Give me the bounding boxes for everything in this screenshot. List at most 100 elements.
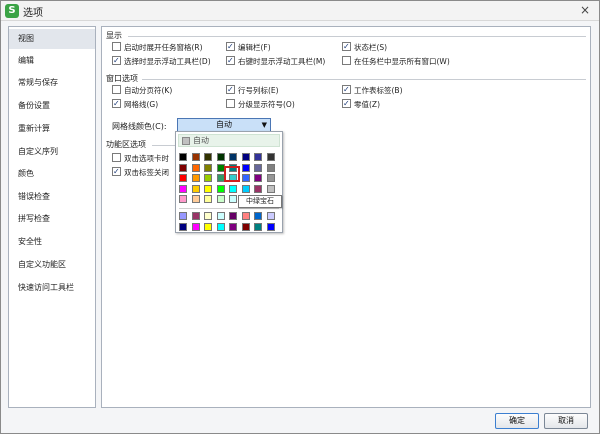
checkbox[interactable]	[226, 99, 235, 108]
checkbox[interactable]	[112, 153, 121, 162]
color-swatch[interactable]	[204, 184, 212, 193]
hovered-swatch-highlight	[224, 166, 240, 182]
option-label: 双击选项卡时	[124, 154, 169, 163]
checkbox[interactable]	[226, 84, 235, 96]
color-swatch[interactable]	[229, 195, 237, 203]
auto-color-option[interactable]: 自动	[178, 134, 280, 147]
color-swatch[interactable]	[191, 222, 200, 231]
color-swatch[interactable]	[254, 174, 262, 182]
color-swatch[interactable]	[216, 222, 225, 231]
color-swatch[interactable]	[191, 174, 200, 182]
color-swatch[interactable]	[204, 212, 212, 220]
color-swatch[interactable]	[254, 184, 262, 193]
color-swatch[interactable]	[216, 153, 225, 161]
option-auto-page-break[interactable]: 自动分页符(K)	[112, 85, 172, 97]
sidebar-item-spelling[interactable]: 拼写检查	[9, 209, 95, 229]
color-swatch[interactable]	[254, 212, 262, 220]
color-swatch[interactable]	[241, 174, 250, 182]
cancel-button[interactable]: 取消	[544, 413, 588, 429]
option-label: 选择时显示浮动工具栏(D)	[124, 57, 211, 66]
color-swatch[interactable]	[179, 163, 187, 172]
option-double-click-tab[interactable]: 双击选项卡时	[112, 153, 169, 165]
checkbox[interactable]	[342, 41, 351, 53]
color-swatch[interactable]	[179, 184, 187, 193]
color-swatch[interactable]	[191, 153, 200, 161]
checkbox[interactable]	[112, 85, 121, 94]
color-swatch[interactable]	[229, 222, 237, 231]
color-swatch[interactable]	[254, 153, 262, 161]
color-swatch[interactable]	[266, 153, 275, 161]
checkbox[interactable]	[112, 42, 121, 51]
sidebar-item-error-check[interactable]: 错误检查	[9, 187, 95, 207]
color-swatch[interactable]	[179, 174, 187, 182]
color-swatch[interactable]	[204, 222, 212, 231]
option-status-bar[interactable]: 状态栏(S)	[342, 41, 387, 54]
sidebar-item-custom-ribbon[interactable]: 自定义功能区	[9, 255, 95, 275]
color-swatch[interactable]	[229, 212, 237, 220]
color-swatch[interactable]	[191, 163, 200, 172]
gridline-color-dropdown[interactable]: 自动 ▼	[177, 118, 271, 132]
color-swatch[interactable]	[179, 153, 187, 161]
sidebar-item-security[interactable]: 安全性	[9, 232, 95, 252]
color-swatch[interactable]	[179, 195, 187, 203]
sidebar-item-edit[interactable]: 编辑	[9, 51, 95, 71]
color-swatch[interactable]	[229, 184, 237, 193]
option-double-click-close[interactable]: 双击标签关闭	[112, 166, 169, 179]
color-swatch[interactable]	[229, 153, 237, 161]
checkbox[interactable]	[112, 55, 121, 67]
option-sheet-tabs[interactable]: 工作表标签(B)	[342, 84, 403, 97]
option-float-toolbar-select[interactable]: 选择时显示浮动工具栏(D)	[112, 55, 211, 68]
checkbox[interactable]	[226, 55, 235, 67]
color-swatch[interactable]	[191, 212, 200, 220]
color-swatch[interactable]	[241, 222, 250, 231]
sidebar-item-custom-lists[interactable]: 自定义序列	[9, 142, 95, 162]
option-float-toolbar-rightclick[interactable]: 右键时显示浮动工具栏(M)	[226, 55, 325, 68]
color-swatch[interactable]	[241, 184, 250, 193]
checkbox[interactable]	[342, 98, 351, 110]
option-outline-symbols[interactable]: 分级显示符号(O)	[226, 99, 295, 111]
color-swatch[interactable]	[266, 212, 275, 220]
checkbox[interactable]	[342, 84, 351, 96]
display-section-title: 显示	[106, 31, 122, 40]
option-formula-bar[interactable]: 编辑栏(F)	[226, 41, 271, 54]
color-swatch[interactable]	[241, 163, 250, 172]
color-swatch[interactable]	[254, 163, 262, 172]
option-zero-values[interactable]: 零值(Z)	[342, 98, 380, 111]
color-swatch[interactable]	[241, 212, 250, 220]
checkbox[interactable]	[342, 56, 351, 65]
checkbox[interactable]	[112, 166, 121, 178]
checkbox[interactable]	[226, 41, 235, 53]
color-swatch[interactable]	[204, 195, 212, 203]
option-windows-in-taskbar[interactable]: 在任务栏中显示所有窗口(W)	[342, 56, 450, 68]
color-swatch[interactable]	[266, 163, 275, 172]
color-swatch[interactable]	[216, 184, 225, 193]
color-swatch[interactable]	[216, 212, 225, 220]
color-swatch[interactable]	[204, 174, 212, 182]
color-swatch[interactable]	[191, 195, 200, 203]
close-button[interactable]: ×	[575, 2, 595, 18]
ribbon-options-divider	[152, 145, 176, 146]
color-swatch[interactable]	[204, 163, 212, 172]
color-swatch[interactable]	[191, 184, 200, 193]
color-swatch[interactable]	[179, 222, 187, 231]
color-swatch[interactable]	[266, 174, 275, 182]
window-options-title: 窗口选项	[106, 74, 138, 83]
sidebar-item-backup[interactable]: 备份设置	[9, 96, 95, 116]
color-swatch[interactable]	[204, 153, 212, 161]
sidebar-item-recalculate[interactable]: 重新计算	[9, 119, 95, 139]
ok-button[interactable]: 确定	[495, 413, 539, 429]
color-swatch[interactable]	[179, 212, 187, 220]
option-show-task-pane[interactable]: 启动时展开任务窗格(R)	[112, 42, 203, 54]
checkbox[interactable]	[112, 98, 121, 110]
color-swatch[interactable]	[266, 222, 275, 231]
color-swatch[interactable]	[266, 184, 275, 193]
sidebar-item-quick-access[interactable]: 快速访问工具栏	[9, 278, 95, 298]
option-gridlines[interactable]: 网格线(G)	[112, 98, 158, 111]
sidebar-item-view[interactable]: 视图	[9, 29, 95, 49]
color-swatch[interactable]	[216, 195, 225, 203]
sidebar-item-color[interactable]: 颜色	[9, 164, 95, 184]
sidebar-item-general-save[interactable]: 常规与保存	[9, 73, 95, 93]
option-row-col-headers[interactable]: 行号列标(E)	[226, 84, 279, 97]
color-swatch[interactable]	[241, 153, 250, 161]
color-swatch[interactable]	[254, 222, 262, 231]
